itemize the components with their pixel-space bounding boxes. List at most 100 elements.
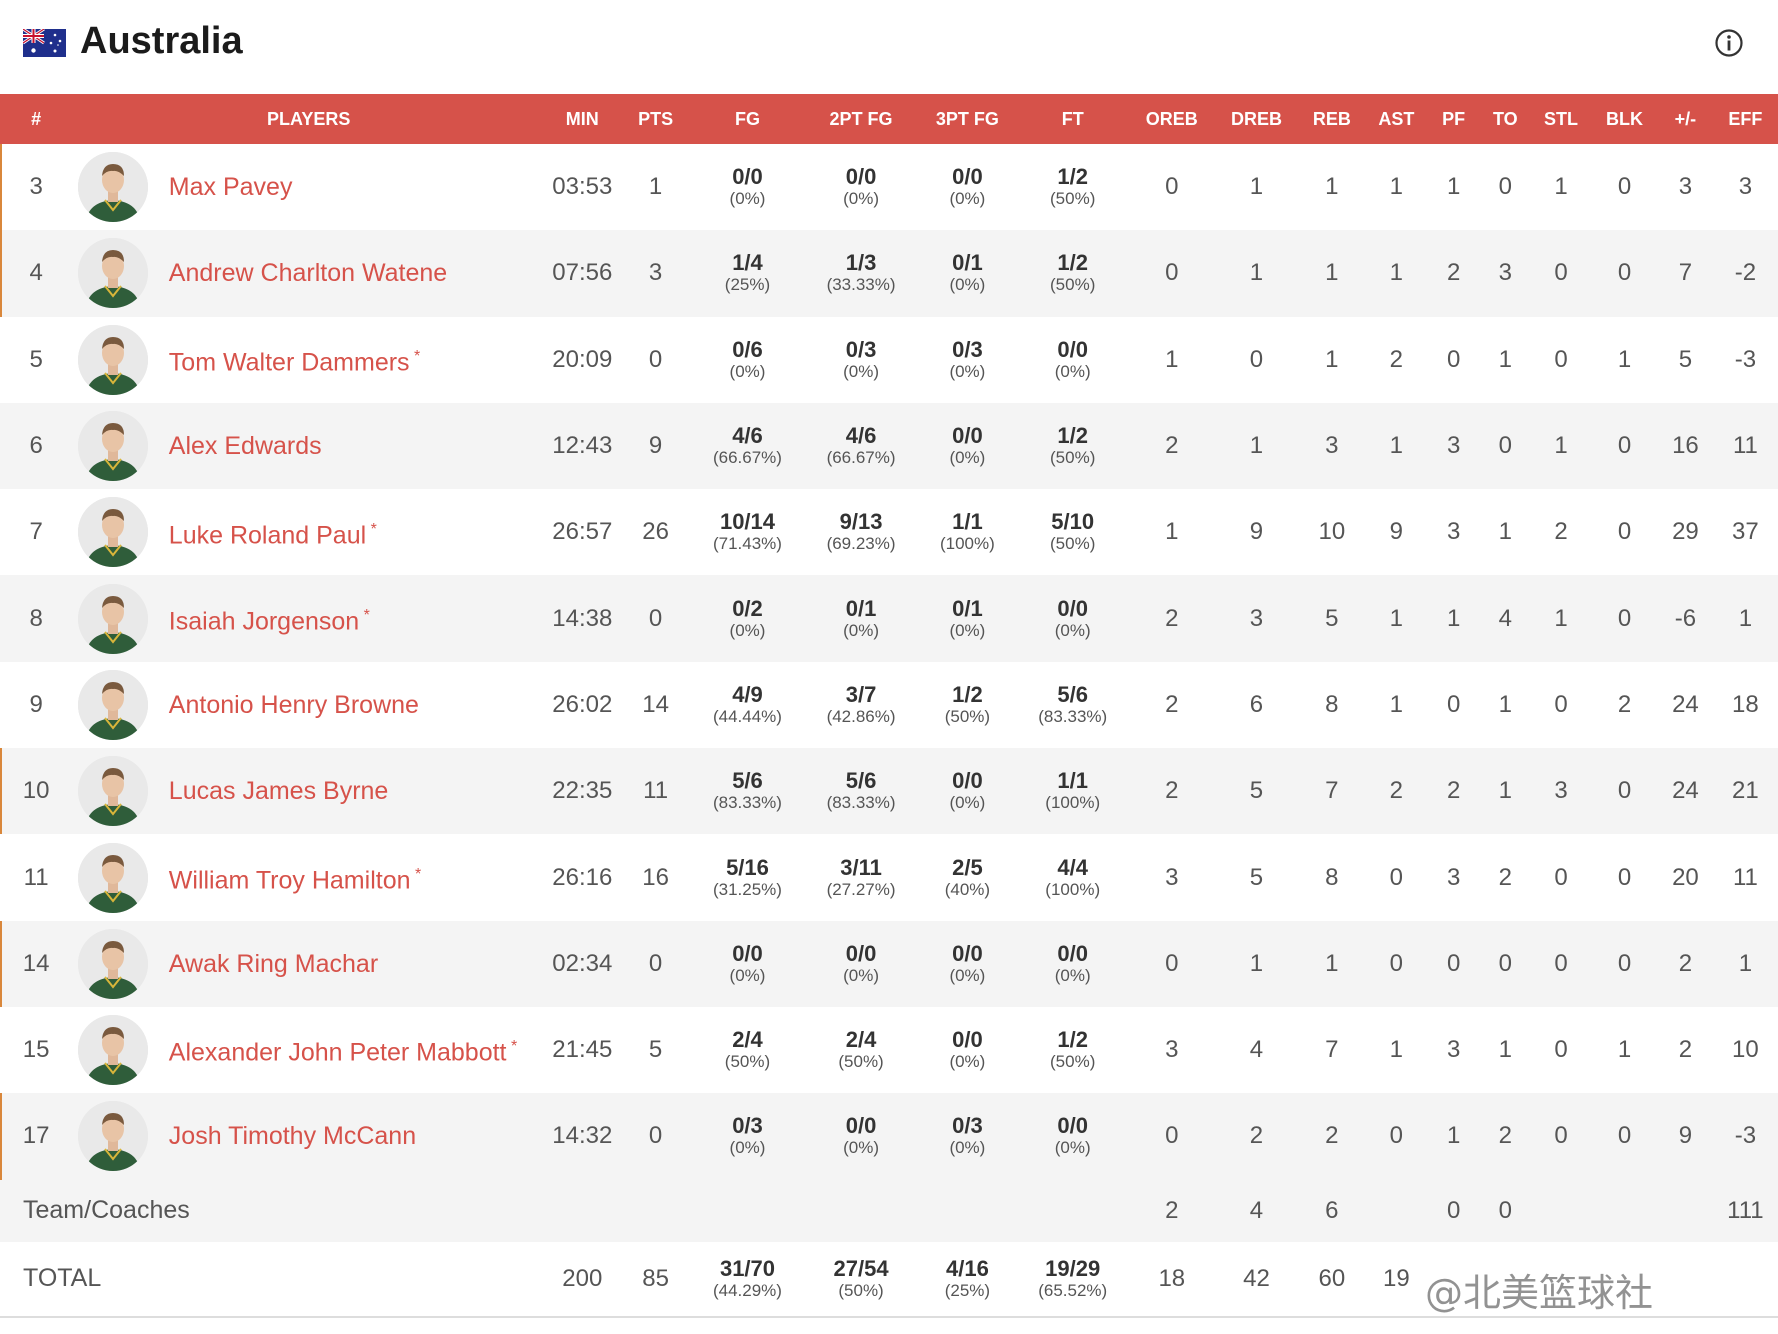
col-eff[interactable]: EFF bbox=[1713, 94, 1778, 144]
player-row[interactable]: 7 Luke Roland Paul * 26:57 26 10/14 (71.43%) 9… bbox=[0, 489, 1778, 576]
field-goals-made: 0/0 bbox=[732, 940, 763, 966]
player-name[interactable]: Josh Timothy McCann bbox=[169, 1122, 416, 1150]
player-avatar[interactable] bbox=[77, 238, 148, 309]
player-avatar[interactable] bbox=[77, 1015, 148, 1086]
personal-fouls: 1 bbox=[1446, 173, 1461, 201]
player-row[interactable]: 9 Antonio Henry Browne 26:02 14 4/9 (44.44%) 3… bbox=[0, 661, 1778, 749]
rebounds: 1 bbox=[1325, 173, 1339, 201]
field-goals: 0/6 (0%) bbox=[692, 317, 804, 403]
player-name-link[interactable]: Alexander John Peter Mabbott * bbox=[153, 1007, 545, 1093]
player-avatar[interactable] bbox=[77, 583, 148, 654]
rebounds: 7 bbox=[1325, 1036, 1339, 1064]
field-goals: 1/4 (25%) bbox=[692, 230, 804, 316]
col-players[interactable]: PLAYERS bbox=[72, 94, 545, 144]
col-stl[interactable]: STL bbox=[1531, 94, 1591, 144]
player-name-link[interactable]: Antonio Henry Browne bbox=[153, 662, 545, 748]
col-oreb[interactable]: OREB bbox=[1129, 94, 1214, 144]
player-avatar[interactable] bbox=[77, 928, 148, 999]
col-3pt-fg[interactable]: 3PT FG bbox=[919, 94, 1016, 144]
player-avatar[interactable] bbox=[77, 1101, 148, 1172]
player-name[interactable]: Max Pavey bbox=[169, 173, 293, 201]
player-name[interactable]: Antonio Henry Browne bbox=[169, 691, 419, 719]
player-name-link[interactable]: Andrew Charlton Watene bbox=[153, 230, 545, 316]
team-to: 0 bbox=[1498, 1196, 1512, 1224]
player-row[interactable]: 14 Awak Ring Machar 02:34 0 0/0 (0%) 0/0 (0%) 0/… bbox=[0, 920, 1778, 1008]
player-avatar[interactable] bbox=[77, 842, 148, 913]
player-name[interactable]: Isaiah Jorgenson bbox=[169, 607, 359, 635]
turnovers: 1 bbox=[1498, 1036, 1512, 1064]
player-name-link[interactable]: Lucas James Byrne bbox=[153, 748, 545, 834]
player-photo-cell bbox=[72, 144, 153, 230]
offensive-rebounds: 0 bbox=[1165, 259, 1179, 287]
total-fg: 31/70 (44.29%) bbox=[692, 1242, 804, 1316]
player-name[interactable]: Alexander John Peter Mabbott bbox=[169, 1039, 507, 1067]
player-name-link[interactable]: Luke Roland Paul * bbox=[153, 489, 545, 575]
player-row[interactable]: 15 Alexander John Peter Mabbott * 21:45 5 2/… bbox=[0, 1006, 1778, 1094]
player-name-link[interactable]: Alex Edwards bbox=[153, 403, 545, 489]
two-point-fg: 5/6 (83.33%) bbox=[803, 748, 919, 834]
info-icon[interactable] bbox=[1714, 28, 1744, 58]
two-point-fg: 3/7 (42.86%) bbox=[803, 662, 919, 748]
player-row[interactable]: 4 Andrew Charlton Watene 07:56 3 1/4 (25%) 1/3… bbox=[0, 230, 1778, 317]
three-point-fg-pct: (0%) bbox=[949, 448, 986, 468]
col-to[interactable]: TO bbox=[1479, 94, 1531, 144]
jersey-number: 5 bbox=[29, 345, 43, 373]
player-name-link[interactable]: Awak Ring Machar bbox=[153, 921, 545, 1007]
player-row[interactable]: 6 Alex Edwards 12:43 9 4/6 (66.67%) 4/6 (66.67%… bbox=[0, 402, 1778, 490]
offensive-rebounds: 3 bbox=[1165, 863, 1179, 891]
col-fg[interactable]: FG bbox=[692, 94, 804, 144]
steals: 1 bbox=[1554, 604, 1568, 632]
player-name[interactable]: Awak Ring Machar bbox=[169, 950, 378, 978]
three-point-fg: 0/3 (0%) bbox=[919, 1093, 1016, 1179]
three-point-fg-pct: (0%) bbox=[949, 361, 986, 381]
player-avatar[interactable] bbox=[77, 669, 148, 740]
player-name[interactable]: Andrew Charlton Watene bbox=[169, 259, 447, 287]
col-blk[interactable]: BLK bbox=[1591, 94, 1658, 144]
player-name-link[interactable]: Tom Walter Dammers * bbox=[153, 317, 545, 403]
blocks: 0 bbox=[1617, 1122, 1632, 1150]
player-row[interactable]: 5 Tom Walter Dammers * 20:09 0 0/6 (0%) 0/3 (0%… bbox=[0, 316, 1778, 403]
free-throws-made: 1/2 bbox=[1057, 423, 1088, 449]
col-2pt-fg[interactable]: 2PT FG bbox=[803, 94, 919, 144]
personal-fouls: 2 bbox=[1446, 259, 1461, 287]
player-row[interactable]: 17 Josh Timothy McCann 14:32 0 0/3 (0%) 0/0 (0%… bbox=[0, 1093, 1778, 1180]
col-ft[interactable]: FT bbox=[1016, 94, 1130, 144]
two-point-fg-made: 0/0 bbox=[845, 940, 877, 966]
col-dreb[interactable]: DREB bbox=[1214, 94, 1299, 144]
player-avatar[interactable] bbox=[77, 411, 148, 482]
player-name[interactable]: William Troy Hamilton bbox=[169, 866, 411, 894]
player-name-link[interactable]: Isaiah Jorgenson * bbox=[153, 575, 545, 661]
player-row[interactable]: 8 Isaiah Jorgenson * 14:38 0 0/2 (0%) 0/1 (0%) 0… bbox=[0, 575, 1778, 662]
col-reb[interactable]: REB bbox=[1299, 94, 1365, 144]
player-name[interactable]: Lucas James Byrne bbox=[169, 777, 389, 805]
defensive-rebounds: 2 bbox=[1249, 1122, 1264, 1150]
col-pts[interactable]: PTS bbox=[619, 94, 691, 144]
three-point-fg-pct: (0%) bbox=[949, 275, 986, 295]
player-name-link[interactable]: Max Pavey bbox=[153, 144, 545, 230]
col-number[interactable]: # bbox=[0, 94, 72, 144]
col-ast[interactable]: AST bbox=[1365, 94, 1428, 144]
col-pf[interactable]: PF bbox=[1428, 94, 1480, 144]
player-name[interactable]: Luke Roland Paul bbox=[169, 521, 366, 549]
player-name[interactable]: Tom Walter Dammers bbox=[169, 348, 410, 376]
player-row[interactable]: 11 William Troy Hamilton * 26:16 16 5/16 (31.… bbox=[0, 834, 1778, 921]
free-throws-pct: (50%) bbox=[1050, 275, 1096, 295]
player-row[interactable]: 3 Max Pavey 03:53 1 0/0 (0%) 0/0 (0%) 0/0 (0%) 1/2… bbox=[0, 144, 1778, 231]
player-avatar[interactable] bbox=[77, 497, 148, 568]
player-name-link[interactable]: William Troy Hamilton * bbox=[153, 834, 545, 920]
col-min[interactable]: MIN bbox=[545, 94, 619, 144]
defensive-rebounds: 4 bbox=[1249, 1036, 1264, 1064]
col-plus-minus[interactable]: +/- bbox=[1658, 94, 1713, 144]
total-fg-made: 31/70 bbox=[719, 1255, 776, 1281]
player-name-link[interactable]: Josh Timothy McCann bbox=[153, 1093, 545, 1179]
points: 0 bbox=[648, 604, 663, 632]
player-photo-cell bbox=[72, 921, 153, 1007]
field-goals-pct: (50%) bbox=[724, 1052, 771, 1072]
three-point-fg-made: 0/1 bbox=[952, 250, 983, 276]
two-point-fg-made: 0/3 bbox=[845, 336, 877, 362]
player-avatar[interactable] bbox=[77, 756, 148, 827]
player-row[interactable]: 10 Lucas James Byrne 22:35 11 5/6 (83.33%) 5/6… bbox=[0, 748, 1778, 835]
player-name[interactable]: Alex Edwards bbox=[169, 432, 322, 460]
player-avatar[interactable] bbox=[77, 324, 148, 395]
player-avatar[interactable] bbox=[77, 152, 148, 223]
